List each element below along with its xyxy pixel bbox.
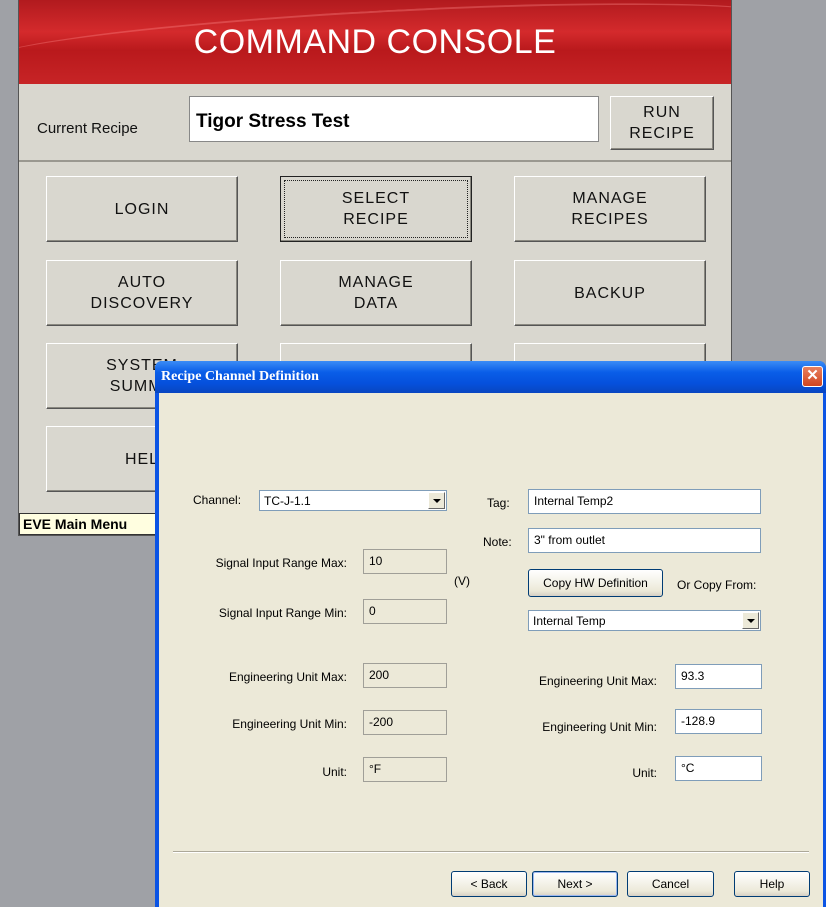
console-banner: COMMAND CONSOLE <box>19 0 731 84</box>
help-dialog-button[interactable]: Help <box>734 871 810 897</box>
auto-discovery-button[interactable]: AUTO DISCOVERY <box>46 260 238 326</box>
signal-min-label: Signal Input Range Min: <box>218 606 347 620</box>
signal-unit-label: (V) <box>454 574 470 588</box>
signal-min-field: 0 <box>363 599 447 624</box>
right-unit-label: Unit: <box>632 766 657 780</box>
signal-max-label: Signal Input Range Max: <box>215 556 347 570</box>
manage-recipes-button[interactable]: MANAGE RECIPES <box>514 176 706 242</box>
right-unit-input[interactable]: °C <box>675 756 762 781</box>
manage-data-button[interactable]: MANAGE DATA <box>280 260 472 326</box>
signal-max-field: 10 <box>363 549 447 574</box>
copy-from-select-value: Internal Temp <box>533 614 606 628</box>
chevron-down-icon[interactable] <box>742 612 759 629</box>
eu-min-label: Engineering Unit Min: <box>232 717 347 731</box>
unit-field: °F <box>363 757 447 782</box>
recipe-channel-definition-dialog: Recipe Channel Definition ✕ Channel: TC-… <box>155 361 826 907</box>
current-recipe-field[interactable]: Tigor Stress Test <box>189 96 599 142</box>
chevron-down-icon[interactable] <box>428 492 445 509</box>
tag-input[interactable]: Internal Temp2 <box>528 489 761 514</box>
tag-label: Tag: <box>487 496 510 510</box>
close-icon[interactable]: ✕ <box>802 366 823 387</box>
right-eu-max-label: Engineering Unit Max: <box>538 674 657 688</box>
eu-max-field: 200 <box>363 663 447 688</box>
run-recipe-button[interactable]: RUN RECIPE <box>610 96 714 150</box>
copy-from-select[interactable]: Internal Temp <box>528 610 761 631</box>
right-eu-min-label: Engineering Unit Min: <box>542 720 657 734</box>
dialog-title: Recipe Channel Definition <box>161 369 319 384</box>
cancel-button[interactable]: Cancel <box>627 871 714 897</box>
copy-hw-definition-button[interactable]: Copy HW Definition <box>528 569 663 597</box>
right-eu-max-input[interactable]: 93.3 <box>675 664 762 689</box>
eu-min-field: -200 <box>363 710 447 735</box>
current-recipe-row: Current Recipe Tigor Stress Test RUN REC… <box>19 84 731 162</box>
select-recipe-button[interactable]: SELECT RECIPE <box>280 176 472 242</box>
next-button[interactable]: Next > <box>532 871 618 897</box>
right-eu-min-input[interactable]: -128.9 <box>675 709 762 734</box>
status-label: EVE Main Menu <box>19 513 156 535</box>
eu-max-label: Engineering Unit Max: <box>228 670 347 684</box>
channel-label: Channel: <box>193 493 242 507</box>
console-title: COMMAND CONSOLE <box>193 22 557 61</box>
dialog-separator <box>173 851 809 853</box>
copy-from-label: Or Copy From: <box>677 578 757 592</box>
backup-button[interactable]: BACKUP <box>514 260 706 326</box>
unit-label: Unit: <box>322 765 347 779</box>
dialog-titlebar[interactable]: Recipe Channel Definition ✕ <box>155 361 826 393</box>
note-label: Note: <box>483 535 512 549</box>
login-button[interactable]: LOGIN <box>46 176 238 242</box>
current-recipe-label: Current Recipe <box>37 120 138 137</box>
channel-select-value: TC-J-1.1 <box>264 494 311 508</box>
dialog-body: Channel: TC-J-1.1 Signal Input Range Max… <box>159 393 823 907</box>
channel-select[interactable]: TC-J-1.1 <box>259 490 447 511</box>
note-input[interactable]: 3" from outlet <box>528 528 761 553</box>
back-button[interactable]: < Back <box>451 871 527 897</box>
